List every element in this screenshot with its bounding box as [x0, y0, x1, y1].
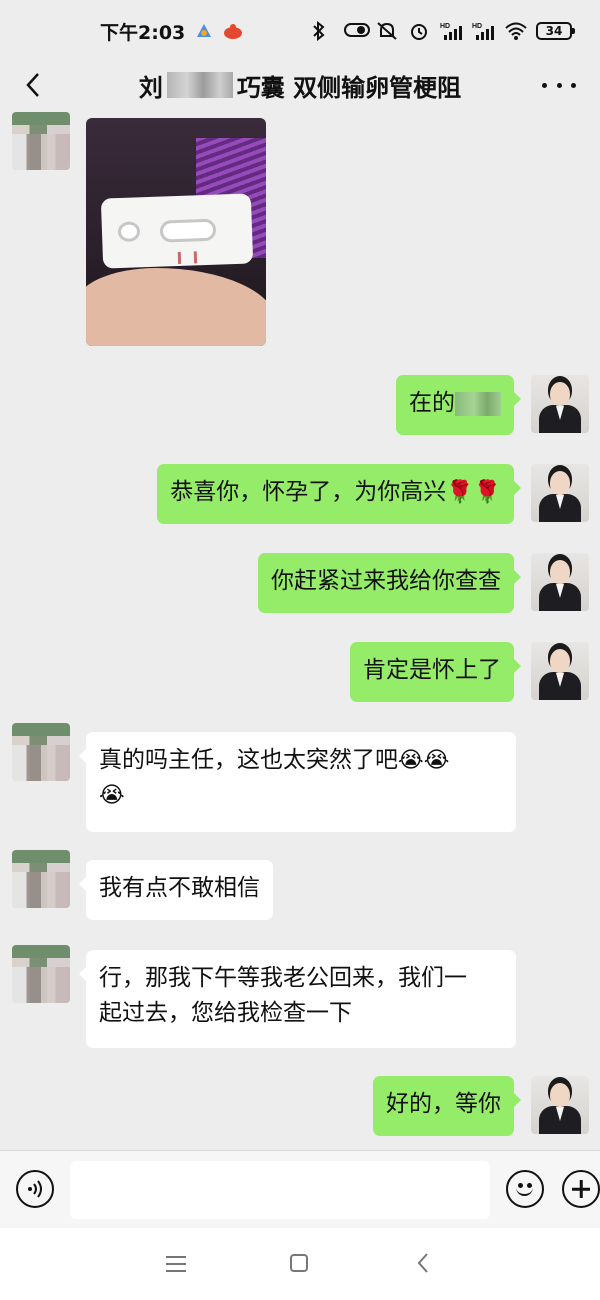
message-bubble-incoming[interactable]: 真的吗主任，这也太突然了吧😭😭 😭 [79, 732, 516, 832]
avatar-figure [550, 471, 570, 495]
contact-avatar[interactable] [12, 723, 70, 781]
message-line: 真的吗主任，这也太突然了吧😭😭 [99, 743, 503, 778]
hd-signal-icon: HD [440, 21, 462, 41]
status-time: 下午2:03 [100, 21, 186, 44]
avatar-figure [550, 560, 570, 584]
message-text: 真的吗主任，这也太突然了吧 [99, 747, 398, 773]
my-avatar[interactable] [531, 464, 589, 522]
system-nav-bar [0, 1228, 600, 1300]
avatar-figure [550, 1083, 570, 1107]
message-text: 你赶紧过来我给你查查 [271, 568, 501, 594]
voice-icon [28, 1180, 42, 1198]
message-text: 恭喜你，怀孕了，为你高兴 [170, 479, 447, 505]
battery-icon: 34 [536, 22, 575, 40]
redacted-text [455, 391, 501, 416]
message-line: 行，那我下午等我老公回来，我们一 [99, 965, 467, 991]
pregnancy-test-shape [100, 193, 254, 269]
message-text: 在的 [409, 390, 455, 416]
more-dots-icon [571, 82, 576, 88]
svg-text:HD: HD [440, 23, 450, 30]
more-dots-icon [556, 82, 562, 88]
test-line [177, 251, 182, 264]
test-window [159, 218, 217, 264]
chat-title-prefix: 刘 [138, 73, 163, 102]
test-window [117, 221, 141, 243]
crying-emoji: 😭 [99, 783, 125, 808]
wifi-icon [504, 21, 527, 41]
message-bubble-incoming[interactable]: 我有点不敢相信 [79, 860, 273, 920]
message-bubble-outgoing[interactable]: 在的 [396, 375, 521, 435]
my-avatar[interactable] [531, 1076, 589, 1134]
contact-avatar[interactable] [12, 850, 70, 908]
more-button[interactable] [542, 72, 576, 98]
message-bubble-outgoing[interactable]: 恭喜你，怀孕了，为你高兴🌹🌹 [157, 464, 521, 524]
status-left: 下午2:03 [100, 18, 243, 45]
message-bubble-outgoing[interactable]: 肯定是怀上了 [350, 642, 521, 702]
message-line: 😭 [99, 778, 503, 813]
more-functions-button[interactable] [562, 1170, 600, 1208]
contact-avatar[interactable] [12, 112, 70, 170]
more-dots-icon [542, 82, 547, 88]
message-bubble-incoming[interactable]: 行，那我下午等我老公回来，我们一 起过去，您给我检查一下 [79, 950, 516, 1048]
svg-text:HD: HD [472, 23, 482, 30]
message-text: 肯定是怀上了 [363, 657, 501, 683]
chat-title-suffix: 巧囊 双侧输卵管梗阻 [236, 73, 462, 102]
bluetooth-icon [312, 20, 334, 42]
message-line: 起过去，您给我检查一下 [99, 1000, 352, 1026]
avatar-figure [550, 382, 570, 406]
message-input[interactable] [70, 1161, 490, 1219]
test-line [193, 251, 198, 264]
toggle-icon [344, 21, 370, 41]
mute-icon [376, 21, 398, 41]
crying-emoji: 😭😭 [398, 748, 450, 773]
smiley-icon [516, 1185, 533, 1196]
voice-button[interactable] [16, 1170, 54, 1208]
menu-icon[interactable] [166, 1256, 186, 1272]
my-avatar[interactable] [531, 553, 589, 611]
back-button[interactable] [18, 70, 48, 100]
message-text: 我有点不敢相信 [99, 875, 260, 901]
status-bar: 下午2:03 HD HD 34 [0, 0, 600, 62]
app-notification-icon [223, 22, 243, 40]
chat-title: 刘 巧囊 双侧输卵管梗阻 [139, 68, 461, 103]
app-notification-icon [195, 22, 213, 40]
message-text: 好的，等你 [386, 1091, 501, 1117]
emoji-button[interactable] [506, 1170, 544, 1208]
alarm-icon [408, 21, 430, 41]
chevron-left-icon [26, 73, 39, 97]
hand-shape [86, 268, 266, 346]
rose-emoji: 🌹🌹 [446, 480, 501, 505]
avatar-figure [550, 649, 570, 673]
input-bar [0, 1150, 600, 1228]
message-bubble-outgoing[interactable]: 好的，等你 [373, 1076, 521, 1136]
message-image[interactable] [86, 118, 266, 346]
my-avatar[interactable] [531, 642, 589, 700]
redacted-name [166, 72, 233, 98]
home-icon[interactable] [290, 1254, 308, 1272]
my-avatar[interactable] [531, 375, 589, 433]
chat-header: 刘 巧囊 双侧输卵管梗阻 [0, 62, 600, 108]
status-right: HD HD 34 [312, 20, 575, 42]
contact-avatar[interactable] [12, 945, 70, 1003]
message-bubble-outgoing[interactable]: 你赶紧过来我给你查查 [258, 553, 521, 613]
back-nav-icon[interactable] [416, 1252, 436, 1274]
hd-signal-icon: HD [472, 21, 494, 41]
